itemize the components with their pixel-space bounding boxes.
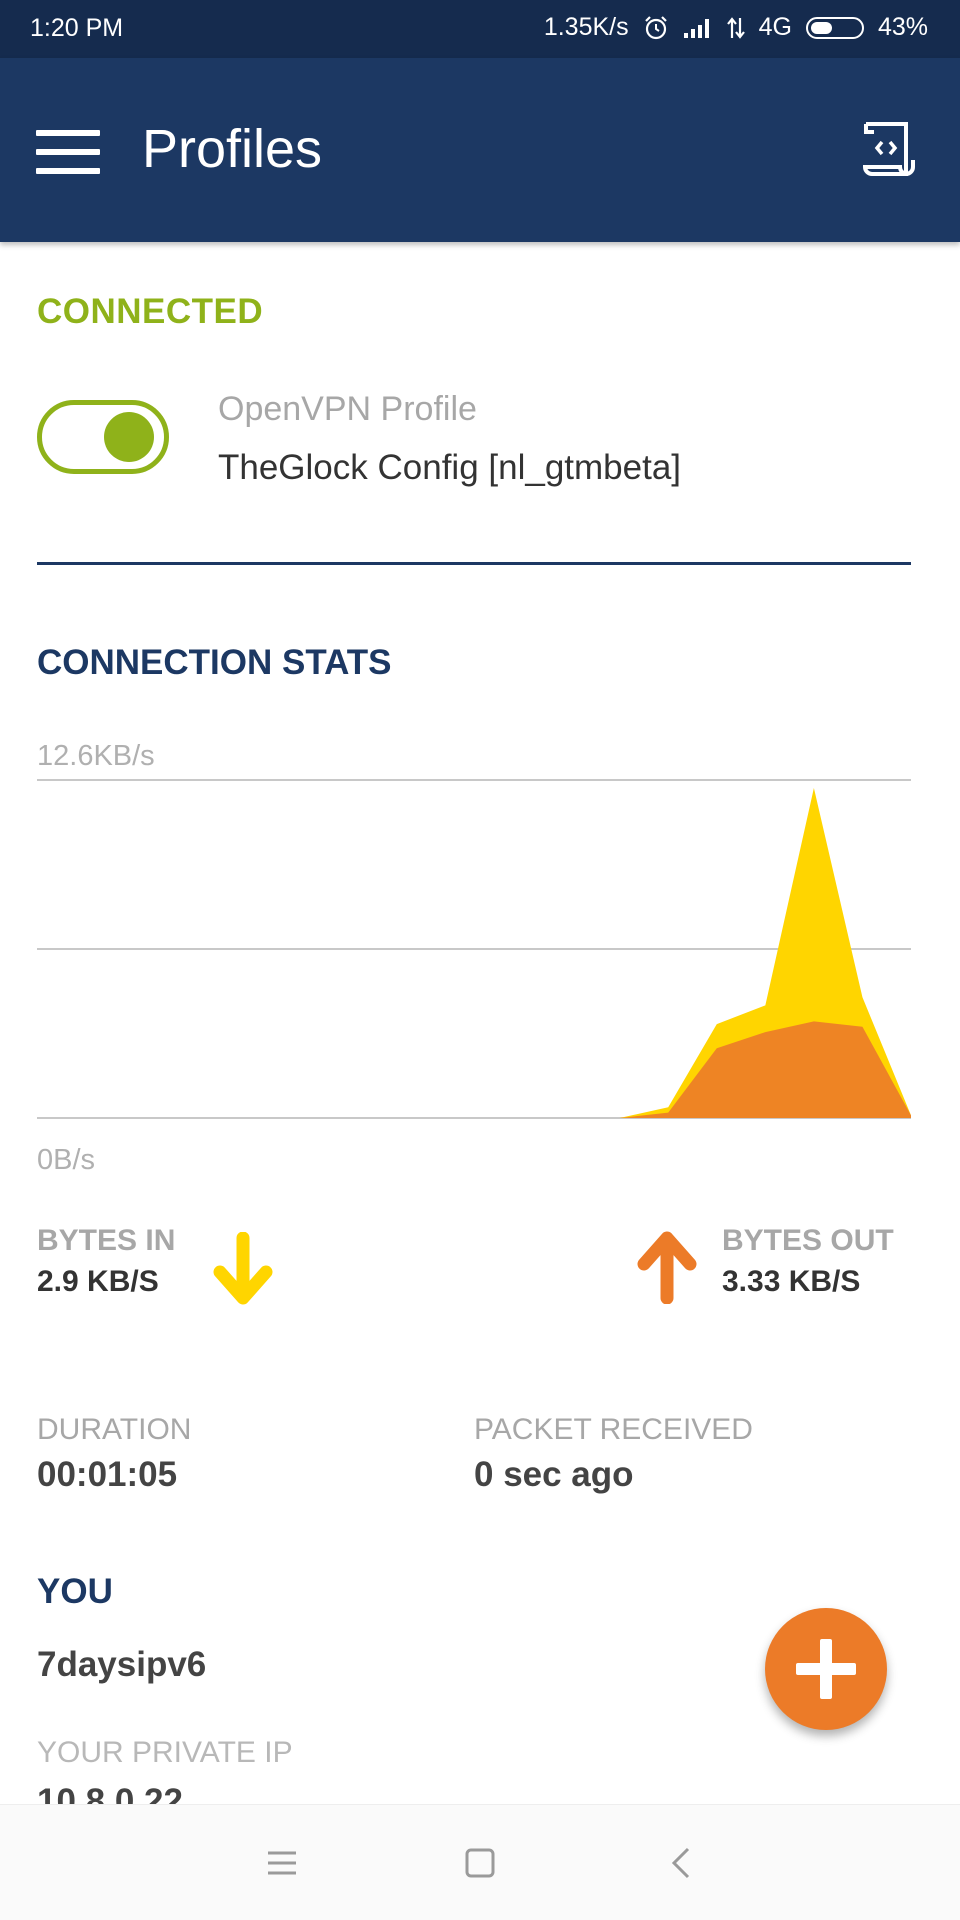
- arrow-up-icon: [637, 1231, 697, 1304]
- status-time: 1:20 PM: [30, 14, 124, 42]
- duration-value: 00:01:05: [37, 1455, 178, 1494]
- bytes-in-value: 2.9 KB/S: [37, 1265, 159, 1298]
- username: 7daysipv6: [37, 1645, 207, 1684]
- vpn-toggle-switch[interactable]: [37, 400, 169, 474]
- connection-stats-title: CONNECTION STATS: [37, 643, 392, 682]
- profile-name[interactable]: TheGlock Config [nl_gtmbeta]: [218, 448, 681, 488]
- bytes-in-label: BYTES IN: [37, 1224, 176, 1257]
- bytes-out-value: 3.33 KB/S: [722, 1265, 861, 1298]
- arrow-down-icon: [213, 1232, 273, 1305]
- battery-percent: 43%: [877, 13, 928, 41]
- toggle-knob: [104, 412, 154, 462]
- status-bar: 1:20 PM 1.35K/s 4G 43%: [0, 0, 960, 58]
- chart-y-min-label: 0B/s: [37, 1144, 96, 1176]
- private-ip-label: YOUR PRIVATE IP: [37, 1736, 293, 1769]
- you-title: YOU: [37, 1572, 113, 1611]
- battery-fill: [810, 21, 832, 34]
- battery-icon: [805, 16, 864, 39]
- private-ip-value: 10.8.0.22: [37, 1782, 183, 1804]
- duration-label: DURATION: [37, 1413, 192, 1446]
- bytes-out-label: BYTES OUT: [722, 1224, 894, 1257]
- home-icon[interactable]: [452, 1835, 508, 1891]
- packet-received-label: PACKET RECEIVED: [474, 1413, 753, 1446]
- chart-series-bytes-out: [37, 1021, 911, 1118]
- network-type: 4G: [758, 13, 792, 41]
- packet-received-value: 0 sec ago: [474, 1455, 634, 1494]
- connection-status: CONNECTED: [37, 292, 264, 331]
- traffic-chart: [37, 779, 911, 1119]
- app-bar: Profiles: [0, 58, 960, 242]
- add-profile-button[interactable]: [765, 1608, 887, 1730]
- section-divider: [37, 562, 911, 565]
- net-speed: 1.35K/s: [543, 13, 629, 41]
- import-file-icon[interactable]: [856, 118, 920, 182]
- system-nav-bar: [0, 1804, 960, 1920]
- chart-y-max-label: 12.6KB/s: [37, 740, 155, 772]
- recents-icon[interactable]: [254, 1835, 310, 1891]
- back-icon[interactable]: [654, 1835, 710, 1891]
- data-transfer-icon: [726, 16, 745, 40]
- signal-icon: [683, 17, 713, 39]
- status-right-group: 1.35K/s 4G 43%: [544, 13, 928, 42]
- hamburger-menu-icon[interactable]: [36, 130, 100, 174]
- profile-type: OpenVPN Profile: [218, 390, 477, 428]
- page-title: Profiles: [142, 119, 323, 179]
- alarm-icon: [643, 15, 669, 41]
